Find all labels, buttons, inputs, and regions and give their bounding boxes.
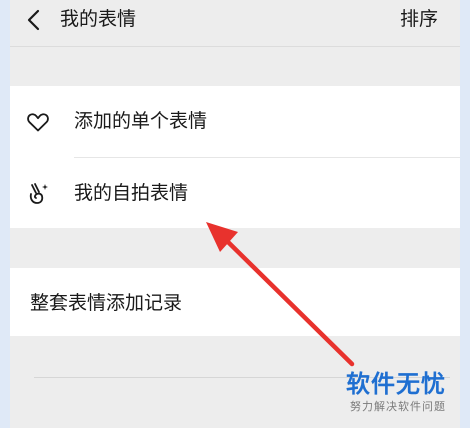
left-frame-border (0, 0, 10, 428)
list-item-label: 我的自拍表情 (74, 182, 189, 204)
sort-button[interactable]: 排序 (400, 6, 438, 32)
list-item-label: 整套表情添加记录 (30, 292, 183, 314)
watermark-tagline: 努力解决软件问题 (350, 400, 446, 413)
watermark-logo-text: 软件无忧 (346, 370, 446, 398)
list-item-selfie-stickers[interactable]: 我的自拍表情 (10, 158, 460, 228)
sticker-group: 添加的单个表情 我的自拍表情 (10, 86, 460, 228)
right-frame-border (460, 0, 470, 428)
chevron-left-icon[interactable] (26, 8, 42, 32)
list-item-label: 添加的单个表情 (74, 110, 208, 132)
page-title: 我的表情 (60, 8, 137, 30)
selfie-hand-sparkle-icon (29, 183, 48, 204)
list-item-added-stickers[interactable]: 添加的单个表情 (10, 86, 460, 156)
list-item-sticker-set-history[interactable]: 整套表情添加记录 (10, 268, 460, 338)
nav-header: 我的表情 排序 (10, 0, 460, 47)
sticker-history-group: 整套表情添加记录 (10, 268, 460, 336)
heart-outline-icon (27, 113, 49, 132)
